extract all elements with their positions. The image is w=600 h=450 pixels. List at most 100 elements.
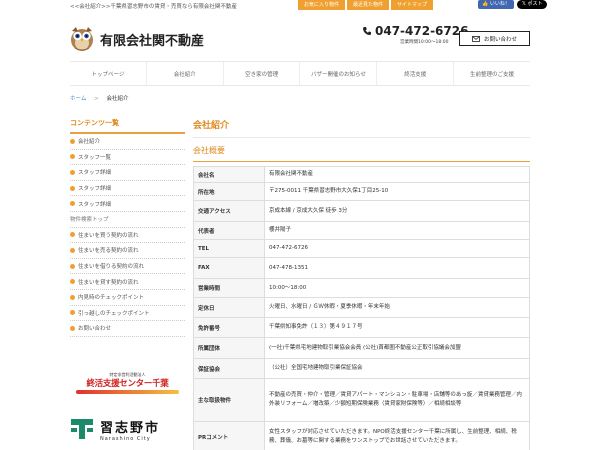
nav-item-bazaar[interactable]: バザー開催のお知らせ [299, 62, 376, 85]
bullet-icon [70, 169, 75, 175]
post-label: ポスト [527, 1, 543, 7]
bullet-icon [70, 185, 75, 191]
contact-label: お問い合わせ [483, 36, 517, 43]
sidebar-item-label: スタッフ詳細 [78, 201, 112, 208]
sidebar-title: コンテンツ一覧 [70, 118, 185, 134]
row-label: 保証協会 [193, 358, 265, 379]
sidebar-item[interactable]: 住まいを買う契約の流れ [70, 228, 185, 244]
table-row: 定休日 火曜日、水曜日 / ＧＷ休暇・夏季休暇・年末年始 [193, 297, 530, 318]
bullet-icon [70, 325, 75, 331]
phone-number[interactable]: 047-472-6726 [375, 24, 468, 38]
bullet-icon [70, 154, 75, 160]
sidebar-item-label: スタッフ詳細 [78, 170, 112, 177]
breadcrumb-home[interactable]: ホーム [70, 96, 86, 102]
sidebar-item[interactable]: スタッフ詳細 [70, 196, 185, 212]
sidebar-item[interactable]: 住まいを貸す契約の流れ [70, 274, 185, 290]
row-value: （公社）全国宅地建物取引業保証協会 [264, 358, 530, 379]
phone-icon [363, 27, 371, 36]
row-value: 〒275-0011 千葉県習志野市大久保1丁目25-10 [264, 182, 530, 201]
recently-viewed-link[interactable]: 最近見た物件 [347, 0, 390, 10]
owl-logo-icon[interactable] [69, 24, 95, 52]
row-value: 京成本線 / 京成大久保 徒歩 3分 [264, 200, 530, 222]
row-value: 047-472-6726 [264, 239, 530, 258]
sidebar-item-label: 会社紹介 [78, 139, 101, 146]
table-row: 代表者 櫻井陽子 [193, 221, 530, 240]
row-label: 定休日 [193, 297, 265, 318]
company-info-body: 会社名 有限会社関不動産 所在地 〒275-0011 千葉県習志野市大久保1丁目25-… [193, 166, 530, 450]
sidebar-item[interactable]: 会社紹介 [70, 134, 185, 150]
site-tagline: <<会社紹介>>千葉県習志野市の賃貸・売買なら有限会社関不動産 [70, 4, 237, 10]
table-row: 免許番号 千葉県知事免許（１３）第４９１７号 [193, 317, 530, 338]
x-post-button[interactable]: 𝕏 ポスト [516, 0, 548, 9]
sidebar-item[interactable]: スタッフ詳細 [70, 165, 185, 181]
city-emblem-icon [71, 419, 93, 439]
nav-item-seizen[interactable]: 生前整理のご支援 [453, 62, 530, 85]
bullet-icon [70, 310, 75, 316]
row-value: 千葉県知事免許（１３）第４９１７号 [264, 317, 530, 338]
sidebar-item-label: 引っ越しのチェックポイント [78, 310, 150, 317]
row-value: 有限会社関不動産 [264, 166, 530, 183]
banner-center-name: 終活支援センター千葉 [86, 379, 169, 389]
table-row: 営業時間 10:00～18:00 [193, 278, 530, 298]
row-label: 会社名 [193, 166, 265, 183]
company-info-table: 会社名 有限会社関不動産 所在地 〒275-0011 千葉県習志野市大久保1丁目25-… [193, 166, 530, 450]
row-label: 免許番号 [193, 317, 265, 338]
nav-item-top[interactable]: トップページ [70, 62, 146, 85]
row-label: PRコメント [193, 421, 265, 450]
table-row: PRコメント 女性スタッフが対応させていただきます。NPO終活支援センター千葉に所… [193, 421, 530, 450]
sidebar-item-label: 住まいを貸す契約の流れ [78, 279, 139, 286]
sidebar-item[interactable]: お問い合わせ [70, 321, 185, 337]
table-row: 会社名 有限会社関不動産 [193, 166, 530, 183]
favorites-link[interactable]: お気に入り物件 [298, 0, 346, 10]
bullet-icon [70, 232, 75, 238]
sidebar-item[interactable]: 内見時のチェックポイント [70, 290, 185, 306]
sidebar-item-label: 住まいを売る契約の流れ [78, 248, 139, 255]
table-row: 所在地 〒275-0011 千葉県習志野市大久保1丁目25-10 [193, 182, 530, 201]
bullet-icon [70, 263, 75, 269]
row-value: 女性スタッフが対応させていただきます。NPO終活支援センター千葉に所属し、生前整… [264, 421, 530, 450]
sidebar-item[interactable]: スタッフ一覧 [70, 150, 185, 166]
business-hours: 営業時間10:00～18:00 [400, 40, 449, 45]
banner-underline [76, 390, 179, 394]
contact-button[interactable]: お問い合わせ [459, 31, 530, 46]
row-label: 交通アクセス [193, 200, 265, 222]
city-name-ja: 習志野市 [100, 420, 161, 436]
nav-item-company[interactable]: 会社紹介 [145, 62, 223, 85]
sitemap-link[interactable]: サイトマップ [391, 0, 434, 10]
sidebar-item[interactable]: 引っ越しのチェックポイント [70, 306, 185, 322]
section-title: 会社概要 [193, 145, 530, 162]
sidebar-item[interactable]: 住まいを売る契約の流れ [70, 243, 185, 259]
row-value: 047-478-1351 [264, 257, 530, 279]
narashino-city-banner[interactable]: 習志野市 Narashino City [70, 412, 185, 446]
facebook-like-button[interactable]: 👍 いいね！ [478, 0, 514, 9]
row-label: 主な取扱物件 [193, 378, 265, 422]
nav-item-vacant-house[interactable]: 空き家の管理 [222, 62, 300, 85]
sidebar-item-label: 住まいを買う契約の流れ [78, 232, 139, 239]
thumb-up-icon: 👍 [482, 1, 489, 7]
page-title: 会社紹介 [193, 118, 530, 138]
nav-item-shukatsu[interactable]: 終活支援 [376, 62, 453, 85]
company-name[interactable]: 有限会社関不動産 [100, 30, 204, 49]
x-icon: 𝕏 [521, 1, 526, 7]
row-label: TEL [193, 239, 265, 258]
row-value: 櫻井陽子 [264, 221, 530, 240]
table-row: TEL 047-472-6726 [193, 239, 530, 258]
top-bar: <<会社紹介>>千葉県習志野市の賃貸・売買なら有限会社関不動産 お気に入り物件 … [0, 0, 600, 12]
table-row: 主な取扱物件 不動産の売買・仲介・管理／賃貸アパート・マンション・駐車場・店舗等の… [193, 378, 530, 422]
sidebar-item[interactable]: 物件検索トップ [70, 212, 185, 228]
shukatsu-banner[interactable]: 特定非営利活動法人 終活支援センター千葉 [70, 372, 185, 402]
row-value: 不動産の売買・仲介・管理／賃貸アパート・マンション・駐車場・店舗等のあっ旋／賃貸… [264, 378, 530, 422]
table-row: 保証協会 （公社）全国宅地建物取引業保証協会 [193, 358, 530, 379]
breadcrumb-separator: > [94, 96, 99, 102]
sidebar: コンテンツ一覧 会社紹介 スタッフ一覧 スタッフ詳細 スタッフ詳細 スタッフ詳細 物件検索… [70, 118, 185, 337]
row-label: 所属団体 [193, 337, 265, 359]
sidebar-item-label: 住まいを借りる契約の流れ [78, 264, 145, 271]
like-label: いいね！ [489, 1, 510, 7]
sidebar-item[interactable]: 住まいを借りる契約の流れ [70, 259, 185, 275]
sidebar-item[interactable]: スタッフ詳細 [70, 181, 185, 197]
bullet-icon [70, 201, 75, 207]
bullet-icon [70, 279, 75, 285]
sidebar-item-label: 内見時のチェックポイント [78, 295, 145, 302]
bullet-icon [70, 247, 75, 253]
row-label: 代表者 [193, 221, 265, 240]
